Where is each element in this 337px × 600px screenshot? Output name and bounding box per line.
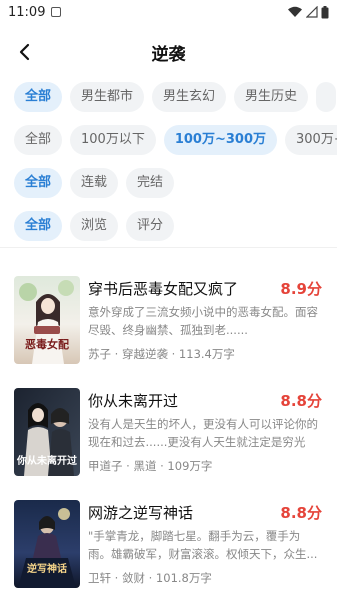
- status-chip-all[interactable]: 全部: [14, 168, 63, 198]
- book-title: 穿书后恶毒女配又疯了: [88, 280, 239, 298]
- genre-chip-all[interactable]: 全部: [14, 82, 63, 112]
- words-chip-all[interactable]: 全部: [14, 125, 63, 155]
- book-meta: 苏子 · 穿越逆袭 · 113.4万字: [88, 347, 235, 361]
- wifi-icon: [288, 6, 302, 17]
- book-description: 意外穿成了三流女频小说中的恶毒女配。面容尽毁、终身幽禁、孤独到老......: [88, 305, 318, 337]
- book-list-item[interactable]: 你从未离开过 你从未离开过 8.8分 没有人是天生的坏人，更没有人可以评论你的现…: [14, 388, 324, 478]
- divider: [0, 247, 337, 248]
- book-score: 8.8分: [280, 392, 322, 410]
- words-chip-1m-3m[interactable]: 100万~300万: [163, 125, 278, 155]
- genre-chip-more[interactable]: [316, 82, 337, 112]
- cover-title-text: 恶毒女配: [25, 337, 69, 351]
- cover-title-text: 你从未离开过: [16, 454, 77, 467]
- words-chip-under-1m[interactable]: 100万以下: [70, 125, 156, 155]
- book-description: 没有人是天生的坏人，更没有人可以评论你的现在和过去......更没有人天生就注定…: [88, 417, 318, 449]
- status-icons: [287, 5, 329, 19]
- chevron-left-icon: [19, 43, 30, 61]
- battery-icon: [321, 5, 329, 18]
- book-meta: 甲道子 · 黑道 · 109万字: [88, 459, 213, 473]
- book-list-item[interactable]: 逆写神话 网游之逆写神话 8.8分 "手掌青龙，脚踏七星。翻手为云，覆手为雨。雄…: [14, 500, 324, 590]
- sort-filter-row: 全部 浏览 评分: [14, 211, 337, 241]
- status-chip-serializing[interactable]: 连载: [70, 168, 119, 198]
- book-cover: 你从未离开过: [14, 388, 80, 476]
- book-score: 8.9分: [280, 280, 322, 298]
- genre-chip-urban[interactable]: 男生都市: [70, 82, 145, 112]
- back-button[interactable]: [12, 38, 36, 66]
- notification-icon: [51, 7, 62, 17]
- book-list-item[interactable]: 恶毒女配 穿书后恶毒女配又疯了 8.9分 意外穿成了三流女频小说中的恶毒女配。面…: [14, 276, 324, 366]
- book-title: 你从未离开过: [88, 392, 179, 410]
- status-filter-row: 全部 连载 完结: [14, 168, 337, 198]
- word-count-filter-row: 全部 100万以下 100万~300万 300万+: [14, 125, 337, 155]
- book-meta: 卫轩 · 敛财 · 101.8万字: [88, 571, 212, 585]
- header: 逆袭: [0, 30, 337, 74]
- status-time: 11:09: [8, 4, 46, 20]
- status-chip-completed[interactable]: 完结: [126, 168, 175, 198]
- page-title: 逆袭: [151, 44, 186, 65]
- book-score: 8.8分: [280, 504, 322, 522]
- genre-chip-fantasy[interactable]: 男生玄幻: [152, 82, 227, 112]
- book-title: 网游之逆写神话: [88, 504, 194, 522]
- book-cover: 恶毒女配: [14, 276, 80, 364]
- sort-chip-views[interactable]: 浏览: [70, 211, 119, 241]
- genre-chip-history[interactable]: 男生历史: [234, 82, 309, 112]
- words-chip-over-3m[interactable]: 300万+: [285, 125, 337, 155]
- book-cover: 逆写神话: [14, 500, 80, 588]
- status-bar: 11:09: [0, 0, 337, 24]
- sort-chip-rating[interactable]: 评分: [126, 211, 175, 241]
- sort-chip-all[interactable]: 全部: [14, 211, 63, 241]
- cover-title-text: 逆写神话: [27, 562, 67, 575]
- book-description: "手掌青龙，脚踏七星。翻手为云，覆手为雨。雄霸破军，财富滚滚。权倾天下，众生..…: [88, 529, 318, 561]
- genre-filter-row: 全部 男生都市 男生玄幻 男生历史: [14, 82, 337, 112]
- signal-icon: [306, 6, 318, 18]
